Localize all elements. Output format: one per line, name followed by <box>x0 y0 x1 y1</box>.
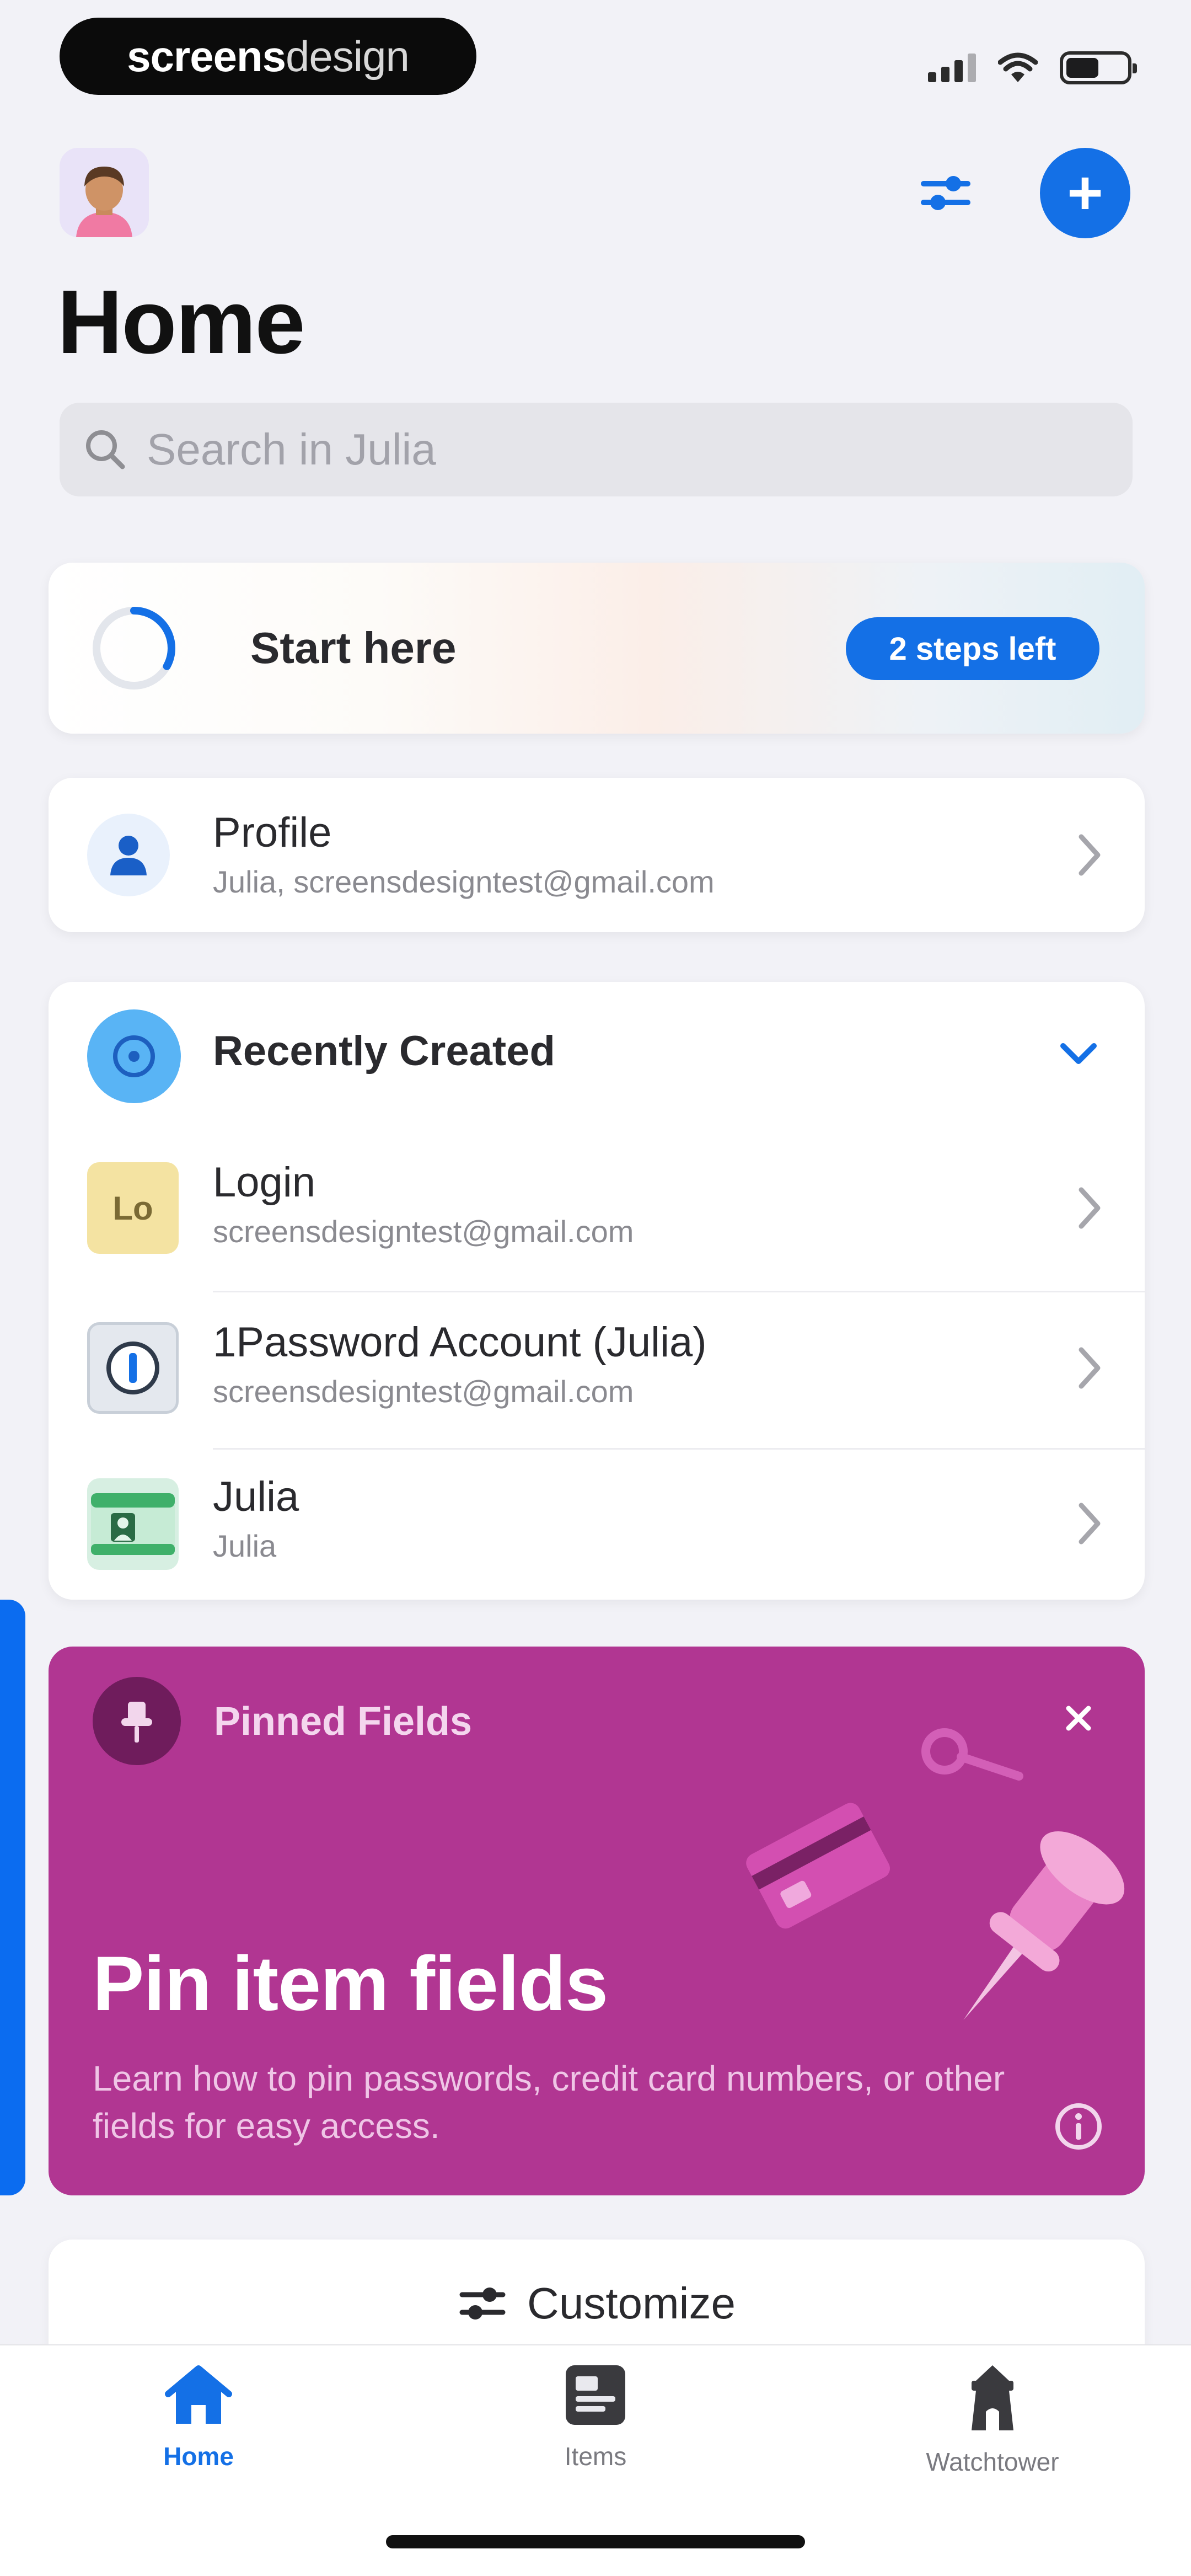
list-item-title: Julia <box>213 1473 299 1520</box>
tab-watchtower[interactable]: Watchtower <box>871 2362 1114 2505</box>
brand-text-bold: screens <box>127 31 286 81</box>
profile-title: Profile <box>213 809 332 856</box>
chevron-right-icon <box>1079 1347 1101 1389</box>
page-title: Home <box>57 271 305 372</box>
plus-icon: + <box>1067 158 1103 227</box>
filter-button[interactable] <box>915 160 976 226</box>
tab-home[interactable]: Home <box>77 2362 320 2505</box>
login-icon: Lo <box>87 1162 179 1254</box>
pinned-fields-card[interactable]: Pinned Fields Pin item fields Learn how … <box>49 1647 1145 2195</box>
list-item-subtitle: screensdesigntest@gmail.com <box>213 1374 634 1409</box>
clock-icon <box>113 1035 155 1077</box>
info-icon[interactable] <box>1051 2099 1106 2154</box>
list-item-title: 1Password Account (Julia) <box>213 1319 707 1366</box>
list-item-subtitle: Julia <box>213 1529 277 1563</box>
sliders-icon <box>921 176 970 210</box>
profile-icon-wrap <box>87 814 170 896</box>
customize-label: Customize <box>527 2279 736 2328</box>
items-icon <box>566 2365 625 2425</box>
chevron-right-icon <box>1079 1503 1101 1544</box>
list-item-julia-identity[interactable]: Julia Julia <box>49 1448 1145 1600</box>
pin-badge <box>93 1677 181 1765</box>
status-icons <box>928 49 1137 87</box>
close-button[interactable] <box>1051 1691 1106 1746</box>
pinned-fields-label: Pinned Fields <box>214 1699 473 1744</box>
home-icon <box>165 2365 232 2424</box>
add-item-button[interactable]: + <box>1040 148 1130 238</box>
search-icon <box>86 430 125 469</box>
avatar[interactable] <box>60 148 149 237</box>
home-indicator <box>386 2535 805 2548</box>
pinned-headline: Pin item fields <box>93 1940 608 2027</box>
profile-subtitle: Julia, screensdesigntest@gmail.com <box>213 864 715 899</box>
close-icon <box>1066 1706 1091 1731</box>
watchtower-icon <box>972 2365 1013 2430</box>
brand-pill: screens design <box>60 18 476 95</box>
cellular-signal-icon <box>928 54 976 82</box>
tab-label: Watchtower <box>926 2447 1059 2476</box>
recently-created-title: Recently Created <box>213 1028 555 1075</box>
brand-text-light: design <box>286 31 410 81</box>
user-avatar-icon <box>60 148 149 237</box>
start-here-card[interactable]: Start here 2 steps left <box>49 563 1145 734</box>
identity-card-icon <box>87 1478 179 1570</box>
person-icon <box>110 836 147 875</box>
wifi-icon <box>998 52 1038 82</box>
tab-items[interactable]: Items <box>474 2362 717 2505</box>
sliders-icon <box>459 2288 506 2320</box>
list-item-1password-account[interactable]: 1Password Account (Julia) screensdesignt… <box>49 1291 1145 1445</box>
battery-icon <box>1060 51 1137 84</box>
search-input[interactable] <box>147 424 1084 475</box>
progress-ring-icon <box>93 607 175 690</box>
status-bar: screens design <box>0 0 1191 121</box>
tab-label: Home <box>163 2442 234 2471</box>
chevron-down-icon[interactable] <box>1056 1037 1101 1070</box>
pin-icon <box>121 1702 152 1743</box>
recently-created-card: Recently Created Lo Login screensdesignt… <box>49 982 1145 1600</box>
list-item-login[interactable]: Lo Login screensdesigntest@gmail.com <box>49 1131 1145 1285</box>
recently-created-icon-wrap <box>87 1009 181 1103</box>
pinned-description: Learn how to pin passwords, credit card … <box>93 2059 1005 2146</box>
search-bar[interactable] <box>60 403 1133 496</box>
list-item-subtitle: screensdesigntest@gmail.com <box>213 1214 634 1249</box>
carousel-previous-card-edge[interactable] <box>0 1600 25 2195</box>
1password-icon <box>87 1322 179 1414</box>
chevron-right-icon <box>1079 834 1101 876</box>
profile-row[interactable]: Profile Julia, screensdesigntest@gmail.c… <box>49 778 1145 932</box>
chevron-right-icon <box>1079 1187 1101 1229</box>
tab-label: Items <box>564 2442 627 2471</box>
steps-left-badge[interactable]: 2 steps left <box>846 617 1099 680</box>
list-item-title: Login <box>213 1159 315 1206</box>
start-here-label: Start here <box>250 623 457 672</box>
